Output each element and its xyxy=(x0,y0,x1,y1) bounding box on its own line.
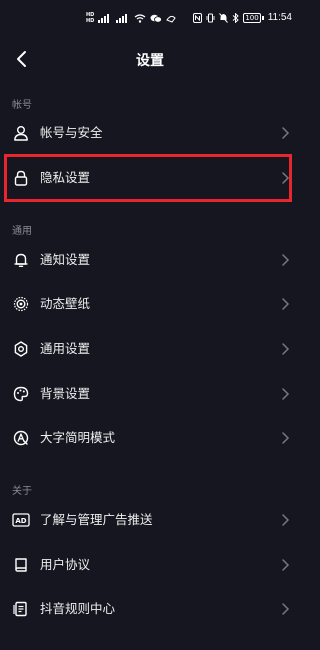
chevron-right-icon xyxy=(282,298,290,310)
row-large-font-mode[interactable]: 大字简明模式 xyxy=(0,418,300,458)
book-icon xyxy=(12,556,30,574)
mute-icon xyxy=(219,12,229,23)
row-live-wallpaper[interactable]: 动态壁纸 xyxy=(0,284,300,324)
wechat-icon xyxy=(150,14,163,23)
row-label: 通用设置 xyxy=(40,341,91,356)
wallpaper-icon xyxy=(12,295,30,313)
network-badge: HD HD xyxy=(86,12,94,24)
row-account-security[interactable]: 帐号与安全 xyxy=(0,113,300,153)
status-right-group: 100 11:54 xyxy=(193,12,292,23)
row-label: 隐私设置 xyxy=(40,170,91,185)
row-ad-management[interactable]: AD 了解与管理广告推送 xyxy=(0,500,300,540)
chevron-right-icon xyxy=(282,343,290,355)
chevron-right-icon xyxy=(282,559,290,571)
row-label: 帐号与安全 xyxy=(40,125,103,140)
chevron-right-icon xyxy=(282,603,290,615)
row-privacy-settings[interactable]: 隐私设置 xyxy=(0,158,300,198)
chevron-right-icon xyxy=(282,514,290,526)
row-label: 抖音规则中心 xyxy=(40,601,116,616)
bell-icon xyxy=(12,251,30,269)
bluetooth-icon xyxy=(232,12,240,23)
lock-icon xyxy=(12,169,30,187)
gear-icon xyxy=(12,340,30,358)
app-notification-icon xyxy=(166,14,177,23)
row-user-agreement[interactable]: 用户协议 xyxy=(0,545,300,585)
battery-level: 100 xyxy=(243,12,261,23)
chevron-right-icon xyxy=(282,254,290,266)
row-label: 背景设置 xyxy=(40,386,91,401)
header-bar: 设置 xyxy=(0,40,300,80)
row-background-settings[interactable]: 背景设置 xyxy=(0,374,300,414)
row-rules-center[interactable]: 抖音规则中心 xyxy=(0,589,300,629)
row-label: 大字简明模式 xyxy=(40,430,116,445)
chevron-right-icon xyxy=(282,432,290,444)
battery-icon: 100 xyxy=(243,12,264,23)
chevron-right-icon xyxy=(282,172,290,184)
chevron-right-icon xyxy=(282,127,290,139)
row-label: 了解与管理广告推送 xyxy=(40,512,153,527)
status-left-group: HD HD xyxy=(86,12,177,24)
nfc-icon xyxy=(193,12,203,23)
person-icon xyxy=(12,124,30,142)
section-label-about: 关于 xyxy=(12,486,32,497)
ad-icon: AD xyxy=(12,511,30,529)
section-label-account: 帐号 xyxy=(12,100,32,111)
row-label: 通知设置 xyxy=(40,252,91,267)
signal-icon-2 xyxy=(116,13,130,23)
wifi-icon xyxy=(134,13,146,23)
chevron-right-icon xyxy=(282,388,290,400)
font-size-icon xyxy=(12,429,30,447)
document-icon xyxy=(12,600,30,618)
row-label: 用户协议 xyxy=(40,557,91,572)
page-title: 设置 xyxy=(136,53,164,69)
signal-icon xyxy=(98,13,112,23)
palette-icon xyxy=(12,385,30,403)
section-label-general: 通用 xyxy=(12,226,32,237)
status-time: 11:54 xyxy=(267,12,292,23)
vibrate-icon xyxy=(206,13,215,23)
row-notification-settings[interactable]: 通知设置 xyxy=(0,240,300,280)
row-general-settings[interactable]: 通用设置 xyxy=(0,329,300,369)
svg-text:AD: AD xyxy=(15,517,26,525)
row-label: 动态壁纸 xyxy=(40,296,91,311)
network-badge-bottom: HD xyxy=(86,18,95,24)
status-bar: HD HD 100 11:54 xyxy=(0,0,300,40)
